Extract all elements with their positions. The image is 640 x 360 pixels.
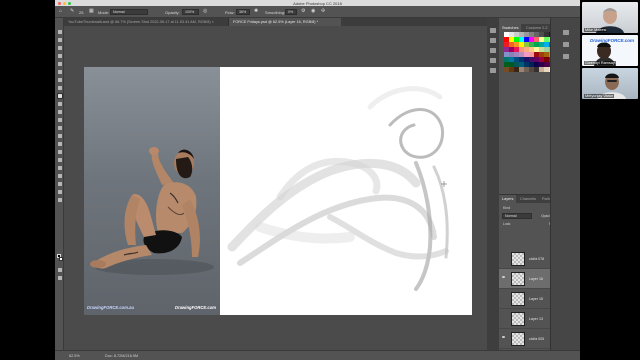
- brush-presets-panel-icon[interactable]: [490, 38, 496, 43]
- smoothing-label: Smoothing:: [265, 9, 286, 15]
- participant-name: Mrityunjay Varun: [584, 94, 615, 98]
- smoothing-field[interactable]: 0%: [285, 9, 297, 15]
- options-bar: ⌂ ✎ 25 ▦ Mode: Normal Opacity: 100% ◎ Fl…: [55, 6, 580, 18]
- reference-photo: DrawingFORCE.com.au DrawingFORCE.com: [84, 67, 220, 315]
- participant-name: Mike Mattesi: [584, 28, 608, 32]
- gesture-sketch-strokes: [227, 86, 449, 291]
- participant-tile[interactable]: Mrityunjay Varun: [582, 68, 638, 99]
- tab-swatches[interactable]: Swatches: [499, 24, 522, 32]
- document-tab[interactable]: YouTubeThumbnailLand @ 66.7% (Screen Sho…: [64, 18, 229, 26]
- mode-dropdown[interactable]: Normal: [110, 9, 148, 15]
- smoothing-options-icon[interactable]: ⚙: [301, 8, 305, 14]
- brush-settings-icon[interactable]: ▦: [89, 8, 94, 14]
- eraser-tool-icon[interactable]: [57, 118, 62, 122]
- pressure-opacity-icon[interactable]: ◎: [203, 8, 207, 14]
- airbrush-icon[interactable]: ✺: [254, 8, 258, 14]
- right-dock: [550, 18, 580, 350]
- layer-name: Layer 13: [529, 316, 543, 321]
- kind-filter[interactable]: Kind: [503, 206, 510, 210]
- brush-size-preset[interactable]: 25: [79, 10, 83, 15]
- layer-name: Layer 16: [529, 276, 543, 281]
- layer-thumbnail: [511, 292, 525, 306]
- collapsed-panels-strip: [487, 18, 499, 350]
- tab-channels[interactable]: Channels: [517, 195, 539, 203]
- flow-field[interactable]: 36%: [236, 9, 250, 15]
- crop-tool-icon[interactable]: [57, 62, 62, 66]
- brush-tool-icon[interactable]: [56, 93, 63, 99]
- home-icon[interactable]: ⌂: [59, 8, 62, 14]
- participant-tile[interactable]: Mike Mattesi: [582, 2, 638, 33]
- opacity-label: Opacity:: [165, 9, 180, 15]
- participant-tile[interactable]: DrawingFORCE.com Gwendyl Ramsay: [582, 35, 638, 66]
- layer-name: Layer 15: [529, 296, 543, 301]
- layer-thumbnail: [511, 332, 525, 346]
- layer-name: cicifa 005: [529, 336, 545, 341]
- drawing-canvas[interactable]: [220, 67, 472, 315]
- healing-brush-tool-icon[interactable]: [57, 86, 62, 90]
- symmetry-icon[interactable]: ✣: [321, 8, 325, 14]
- document-tab-bar: YouTubeThumbnailLand @ 66.7% (Screen Sho…: [64, 18, 550, 26]
- participant-name: Gwendyl Ramsay: [584, 61, 616, 65]
- type-tool-icon[interactable]: [57, 158, 62, 162]
- lock-label: Lock:: [503, 222, 512, 226]
- navigator-panel-icon[interactable]: [563, 54, 569, 59]
- quick-select-tool-icon[interactable]: [57, 54, 62, 58]
- color-panel-icon[interactable]: [563, 30, 569, 35]
- video-call-panel: Mike Mattesi DrawingFORCE.com Gwendyl Ra…: [580, 0, 640, 360]
- blur-tool-icon[interactable]: [57, 134, 62, 138]
- marquee-tool-icon[interactable]: [57, 38, 62, 42]
- brush-tool-icon[interactable]: ✎: [70, 8, 74, 14]
- tools-panel: [55, 18, 64, 350]
- path-selection-tool-icon[interactable]: [57, 166, 62, 170]
- zoom-level[interactable]: 62.5%: [69, 354, 80, 358]
- clone-stamp-tool-icon[interactable]: [57, 102, 62, 106]
- document-info[interactable]: Doc: 8.72M/216.9M: [105, 354, 138, 358]
- hand-tool-icon[interactable]: [57, 182, 62, 186]
- gradient-tool-icon[interactable]: [57, 126, 62, 130]
- pressure-size-icon[interactable]: ◉: [311, 8, 315, 14]
- document-tab-active[interactable]: FORCE Fridays.psd @ 62.5% (Layer 16, RGB…: [229, 18, 341, 26]
- layer-blend-mode-dropdown[interactable]: Normal: [502, 213, 532, 219]
- history-brush-tool-icon[interactable]: [57, 110, 62, 114]
- eyedropper-tool-icon[interactable]: [57, 78, 62, 82]
- background-color-swatch[interactable]: [58, 256, 63, 261]
- pen-tool-icon[interactable]: [57, 150, 62, 154]
- character-panel-icon[interactable]: [490, 48, 496, 53]
- libraries-panel-icon[interactable]: [563, 42, 569, 47]
- photo-watermark-right: DrawingFORCE.com: [175, 305, 216, 310]
- flow-label: Flow:: [225, 9, 235, 15]
- more-tools-icon[interactable]: [57, 198, 62, 202]
- layer-thumbnail: [511, 252, 525, 266]
- canvas-workspace[interactable]: DrawingFORCE.com.au DrawingFORCE.com: [64, 26, 550, 350]
- lasso-tool-icon[interactable]: [57, 46, 62, 50]
- frame-tool-icon[interactable]: [57, 70, 62, 74]
- tab-costume[interactable]: Costume 2.2: [523, 24, 551, 32]
- layer-thumbnail: [511, 312, 525, 326]
- properties-panel-icon[interactable]: [490, 58, 496, 63]
- adjustments-panel-icon[interactable]: [490, 68, 496, 73]
- zoom-tool-icon[interactable]: [57, 190, 62, 194]
- status-bar: 62.5% Doc: 8.72M/216.9M: [55, 350, 580, 360]
- quick-mask-icon[interactable]: [57, 268, 62, 272]
- photoshop-window: Adobe Photoshop CC 2018 ⌂ ✎ 25 ▦ Mode: N…: [55, 0, 580, 360]
- layer-name: cicifa 078: [529, 256, 545, 261]
- visibility-eye-icon[interactable]: [502, 336, 505, 338]
- seated-model-figure: [90, 147, 214, 275]
- opacity-field[interactable]: 100%: [182, 9, 199, 15]
- layer-thumbnail: [511, 272, 525, 286]
- mode-label: Mode:: [98, 9, 110, 15]
- video-logo-text: DrawingFORCE.com: [590, 38, 635, 43]
- tab-layers[interactable]: Layers: [499, 195, 517, 203]
- rectangle-tool-icon[interactable]: [57, 174, 62, 178]
- screen-mode-icon[interactable]: [57, 276, 62, 280]
- photo-watermark-left: DrawingFORCE.com.au: [87, 305, 134, 310]
- dodge-tool-icon[interactable]: [57, 142, 62, 146]
- visibility-eye-icon[interactable]: [502, 276, 505, 278]
- history-panel-icon[interactable]: [490, 28, 496, 33]
- move-tool-icon[interactable]: [57, 30, 62, 34]
